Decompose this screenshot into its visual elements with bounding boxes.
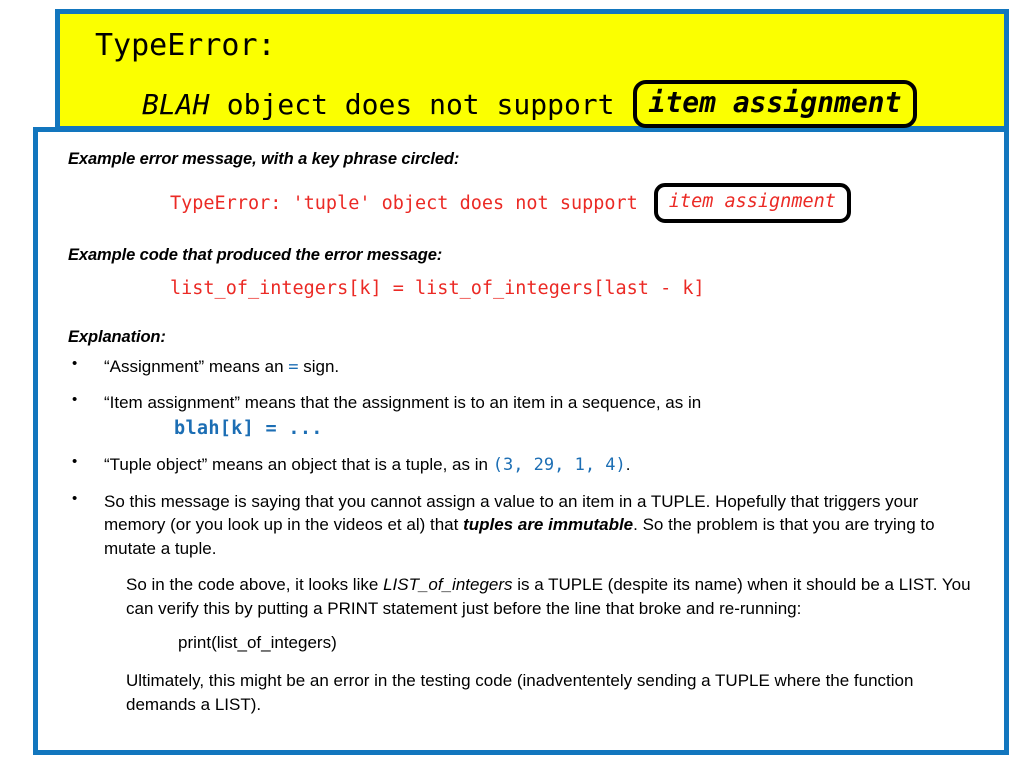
explanation-bullet-list: “Assignment” means an = sign. “Item assi… (68, 354, 978, 560)
sub-paragraph-1-variable: LIST_of_integers (383, 575, 513, 595)
code-line-text: list_of_integers[k] = list_of_integers[l… (170, 278, 705, 299)
list-item: So this message is saying that you canno… (68, 489, 978, 560)
body-content: Example error message, with a key phrase… (68, 150, 978, 716)
sub-paragraph-1: So in the code above, it looks like LIST… (126, 573, 978, 620)
bullet-3-post: . (625, 455, 631, 475)
circled-key-phrase: item assignment (653, 183, 851, 223)
list-item: “Assignment” means an = sign. (68, 354, 978, 379)
title-banner: TypeError: BLAH object does not support … (55, 9, 1009, 131)
list-item: “Item assignment” means that the assignm… (68, 390, 978, 441)
list-item: “Tuple object” means an object that is a… (68, 452, 978, 477)
sub-paragraph-1-pre: So in the code above, it looks like (126, 575, 379, 595)
heading-explanation: Explanation: (68, 328, 166, 346)
title-circled-key-phrase: item assignment (632, 80, 918, 129)
page-title: TypeError: (95, 28, 276, 63)
bullet-1-post: sign. (303, 357, 340, 376)
bullet-3-code: (3, 29, 1, 4) (492, 455, 626, 476)
title-subline: BLAH object does not support item assign… (142, 80, 918, 129)
title-placeholder-token: BLAH (142, 87, 210, 121)
title-subline-text: object does not support (226, 87, 615, 121)
error-message-text: TypeError: 'tuple' object does not suppo… (170, 192, 638, 214)
bullet-4-emphasis: tuples are immutable (463, 515, 634, 535)
slide-root: Example error message, with a key phrase… (0, 0, 1024, 768)
heading-example-code: Example code that produced the error mes… (68, 246, 443, 264)
heading-error-message: Example error message, with a key phrase… (68, 150, 460, 168)
body-panel: Example error message, with a key phrase… (33, 127, 1009, 755)
bullet-1-code: = (288, 357, 299, 377)
bullet-2-pre: “Item assignment” means that the assignm… (104, 393, 702, 413)
error-message-row: TypeError: 'tuple' object does not suppo… (170, 183, 978, 223)
print-statement-line: print(list_of_integers) (178, 633, 337, 653)
code-line-row: list_of_integers[k] = list_of_integers[l… (170, 278, 978, 299)
bullet-3-pre: “Tuple object” means an object that is a… (104, 455, 488, 475)
bullet-2-subcode: blah[k] = ... (174, 417, 323, 439)
bullet-1-pre: “Assignment” means an (104, 357, 284, 376)
sub-paragraph-2: Ultimately, this might be an error in th… (126, 671, 914, 714)
